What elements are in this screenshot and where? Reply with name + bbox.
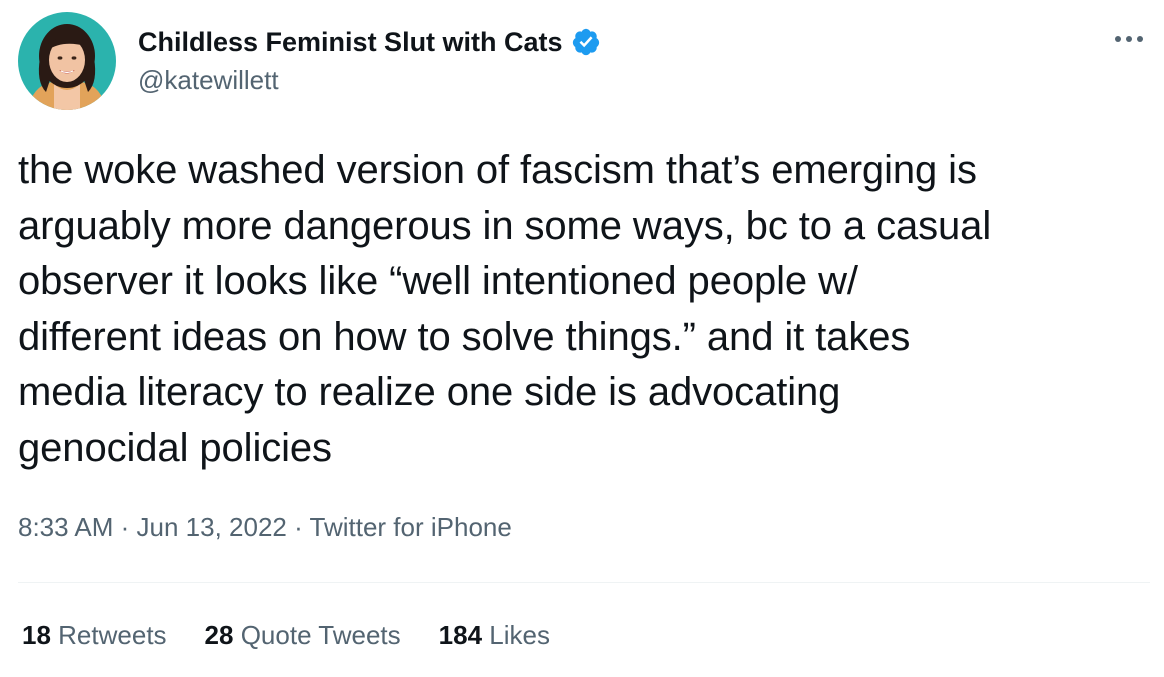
- retweets-stat[interactable]: 18 Retweets: [22, 620, 167, 651]
- display-name[interactable]: Childless Feminist Slut with Cats: [138, 27, 563, 58]
- likes-count: 184: [438, 620, 483, 650]
- retweets-count: 18: [22, 620, 51, 650]
- tweet-line: genocidal policies: [18, 425, 332, 470]
- tweet-date[interactable]: Jun 13, 2022: [137, 512, 287, 542]
- avatar[interactable]: [18, 12, 116, 110]
- tweet-line: arguably more dangerous in some ways, bc…: [18, 203, 992, 248]
- tweet-line: different ideas on how to solve things.”…: [18, 314, 911, 359]
- meta-separator: ·: [286, 512, 310, 542]
- likes-stat[interactable]: 184 Likes: [439, 620, 550, 651]
- tweet-card: Childless Feminist Slut with Cats @katew…: [0, 0, 1164, 677]
- tweet-source[interactable]: Twitter for iPhone: [310, 512, 512, 542]
- quote-tweets-label: Quote Tweets: [240, 620, 401, 650]
- quote-tweets-stat[interactable]: 28 Quote Tweets: [205, 620, 401, 651]
- author-block: Childless Feminist Slut with Cats @katew…: [138, 24, 601, 96]
- verified-badge-icon: [571, 27, 601, 57]
- tweet-line: observer it looks like “well intentioned…: [18, 259, 858, 303]
- tweet-line: the woke washed version of fascism that’…: [18, 148, 977, 192]
- divider: [18, 582, 1150, 583]
- display-name-row: Childless Feminist Slut with Cats: [138, 24, 601, 60]
- tweet-time[interactable]: 8:33 AM: [18, 512, 113, 542]
- tweet-text: the woke washed version of fascism that’…: [18, 143, 1146, 476]
- meta-separator: ·: [113, 512, 137, 542]
- tweet-stats: 18 Retweets 28 Quote Tweets 184 Likes: [22, 620, 588, 651]
- author-handle[interactable]: @katewillett: [138, 65, 601, 96]
- tweet-line: media literacy to realize one side is ad…: [18, 370, 841, 414]
- quote-tweets-count: 28: [204, 620, 234, 650]
- more-horizontal-icon[interactable]: [1112, 24, 1146, 54]
- tweet-meta: 8:33 AM · Jun 13, 2022 · Twitter for iPh…: [18, 512, 512, 543]
- likes-label: Likes: [489, 620, 550, 650]
- avatar-image: [18, 12, 116, 110]
- retweets-label: Retweets: [58, 620, 167, 650]
